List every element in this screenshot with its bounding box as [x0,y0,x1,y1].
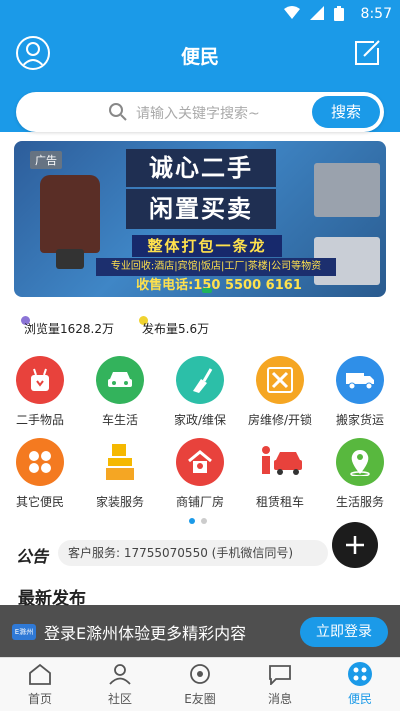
plus-icon [346,536,364,554]
category-label: 家政/维保 [173,413,227,427]
edit-icon [355,40,380,65]
truck-icon [336,356,384,404]
tab-home[interactable]: 首页 [0,662,80,710]
category-item[interactable]: 车生活 [80,356,160,427]
tab-convenience[interactable]: 便民 [320,662,400,710]
pager-dot-active [189,518,195,524]
category-item[interactable]: 商铺厂房 [160,438,240,509]
home-icon [26,662,54,686]
category-item[interactable]: 搬家货运 [320,356,400,427]
category-item[interactable]: 生活服务 [320,438,400,509]
category-label: 商铺厂房 [175,495,224,509]
rent-car-icon [256,438,304,486]
status-icons [284,6,344,21]
tab-label: E友圈 [184,692,216,706]
search-icon [109,103,127,121]
page-title: 便民 [180,46,219,68]
search-button[interactable]: 搜索 [312,96,380,128]
furniture-icon [96,438,144,486]
chair-image [40,175,100,253]
category-label: 生活服务 [335,495,384,509]
login-prompt-text: 登录E滁州体验更多精彩内容 [44,624,247,643]
tab-messages[interactable]: 消息 [240,662,320,710]
wifi-icon [284,6,300,19]
login-prompt-bar: E滁州 登录E滁州体验更多精彩内容 立即登录 [0,605,400,657]
shelf-image [314,163,380,217]
category-item[interactable]: 家装服务 [80,438,160,509]
category-label: 租赁租车 [255,495,304,509]
tab-label: 便民 [347,692,372,706]
tab-label: 首页 [27,692,52,706]
tools-icon [256,356,304,404]
signal-icon [310,6,324,20]
category-pager [189,518,207,524]
message-icon [266,662,294,686]
banner-headline-2: 闲置买卖 [126,189,276,229]
notice-text[interactable]: 客户服务: 17755070550 (手机微信同号) [58,540,328,566]
category-label: 房维修/开锁 [247,413,313,427]
posts-count: 发布量5.6万 [142,322,210,336]
convenience-icon [346,662,374,686]
category-item[interactable]: 家政/维保 [160,356,240,427]
battery-icon [334,6,344,21]
add-post-button[interactable] [332,522,378,568]
banner-phone: 收售电话:150 5500 6161 [136,278,302,293]
edit-button[interactable] [352,38,382,68]
grid-icon [16,438,64,486]
ad-banner[interactable]: 广告 诚心二手 闲置买卖 整体打包一条龙 专业回收:酒店|宾馆|饭店|工厂|茶楼… [14,141,386,297]
search-bar: 请输入关键字搜索~ 搜索 [16,92,384,132]
category-item[interactable]: 房维修/开锁 [240,356,320,427]
shop-icon [176,438,224,486]
status-time: 8:57 [360,6,392,22]
chair-base-image [56,249,84,269]
bottom-tab-bar: 首页 社区 E友圈 消息 便民 [0,657,400,711]
banner-headline-1: 诚心二手 [126,149,276,187]
tab-friends[interactable]: E友圈 [160,662,240,710]
stats-row: 浏览量1628.2万 发布量5.6万 [0,316,400,338]
search-input[interactable]: 请输入关键字搜索~ [136,103,260,123]
category-label: 二手物品 [15,413,64,427]
tab-community[interactable]: 社区 [80,662,160,710]
login-button[interactable]: 立即登录 [300,617,388,647]
category-item[interactable]: 租赁租车 [240,438,320,509]
views-count: 浏览量1628.2万 [24,322,114,336]
banner-services: 专业回收:酒店|宾馆|饭店|工厂|茶楼|公司等物资 [96,258,336,276]
tab-label: 消息 [267,692,292,706]
category-label: 其它便民 [15,495,64,509]
app-logo: E滁州 [12,624,36,640]
tab-label: 社区 [107,692,132,706]
category-label: 搬家货运 [335,413,384,427]
category-item[interactable]: 二手物品 [0,356,80,427]
bag-icon [16,356,64,404]
community-icon [106,662,134,686]
location-icon [336,438,384,486]
status-bar: 8:57 [0,0,400,28]
notice-title: 公告 [16,547,49,566]
banner-indicator [202,288,212,293]
broom-icon [176,356,224,404]
category-item[interactable]: 其它便民 [0,438,80,509]
car-icon [96,356,144,404]
ad-tag: 广告 [30,151,62,169]
pager-dot [201,518,207,524]
circle-icon [186,662,214,686]
category-label: 车生活 [101,413,138,427]
banner-slogan: 整体打包一条龙 [132,235,282,257]
category-label: 家装服务 [95,495,144,509]
